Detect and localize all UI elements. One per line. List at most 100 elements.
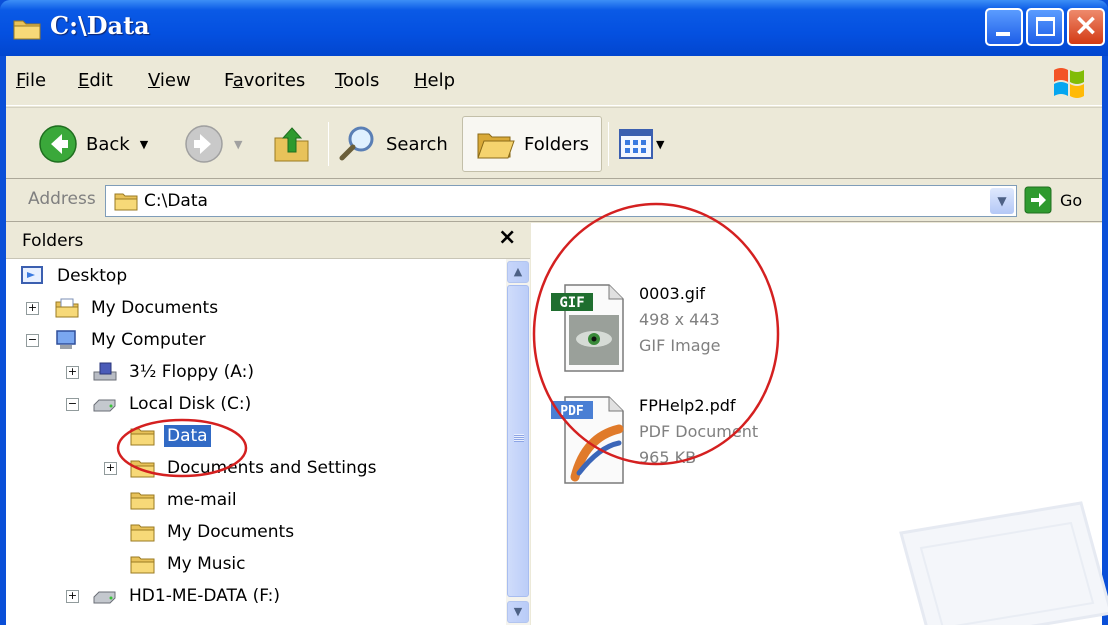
file-name: FPHelp2.pdf <box>639 396 736 415</box>
folder-tree: Desktop + My Documents − My Computer + 3… <box>6 259 506 625</box>
menu-accel: E <box>78 70 90 91</box>
scroll-thumb[interactable] <box>507 285 529 597</box>
tree-item-label: me-mail <box>167 490 237 510</box>
close-icon: × <box>1073 8 1099 43</box>
menu-accel: T <box>335 70 343 91</box>
close-icon[interactable]: × <box>498 225 516 250</box>
views-dropdown-icon[interactable]: ▼ <box>656 138 664 151</box>
tree-item-me-mail[interactable]: me-mail <box>130 485 240 515</box>
up-button[interactable] <box>272 120 312 168</box>
address-input[interactable]: C:\Data ▼ <box>105 185 1017 217</box>
forward-button[interactable]: ▼ <box>184 120 242 168</box>
menu-accel: H <box>414 70 428 91</box>
gif-file-icon: GIF <box>551 284 624 372</box>
title-bar[interactable]: C:\Data × <box>0 0 1108 56</box>
folder-icon <box>114 193 138 211</box>
up-folder-icon <box>274 127 309 162</box>
expand-toggle[interactable]: + <box>66 366 79 379</box>
tree-item-local-disk[interactable]: Local Disk (C:) <box>92 389 254 419</box>
tree-item-label: My Computer <box>91 330 206 350</box>
folder-icon <box>130 492 155 510</box>
menu-label: dit <box>89 70 113 91</box>
file-info: FPHelp2.pdf PDF Document 965 KB <box>639 393 758 489</box>
folder-icon <box>130 524 155 542</box>
tree-item-my-computer[interactable]: My Computer <box>54 325 209 355</box>
pdf-file-icon: PDF <box>551 396 624 484</box>
folders-pane-header: Folders × <box>6 223 530 259</box>
menu-label: vorites <box>243 70 306 91</box>
menu-accel: V <box>148 70 160 91</box>
expand-toggle[interactable]: + <box>66 590 79 603</box>
file-name: 0003.gif <box>639 284 706 303</box>
address-value: C:\Data <box>144 191 208 211</box>
address-dropdown-icon[interactable]: ▼ <box>990 188 1014 214</box>
tree-item-hd1-me-data[interactable]: HD1-ME-DATA (F:) <box>92 581 283 611</box>
menu-accel: F <box>16 70 26 91</box>
desktop-icon <box>21 266 43 284</box>
folders-icon <box>477 133 515 159</box>
address-label: Address <box>28 189 96 209</box>
file-item-gif[interactable]: GIF 0003.gif 498 x 443 GIF Image <box>549 281 721 377</box>
tree-item-label: My Music <box>167 554 246 574</box>
menu-label: F <box>224 70 233 91</box>
menu-label: ile <box>25 70 47 91</box>
close-button[interactable]: × <box>1067 8 1105 46</box>
go-arrow-icon <box>1024 186 1052 214</box>
back-label: Back <box>86 133 130 155</box>
scroll-up-icon[interactable]: ▲ <box>507 261 529 283</box>
tree-item-documents-and-settings[interactable]: Documents and Settings <box>130 453 379 483</box>
collapse-toggle[interactable]: − <box>66 398 79 411</box>
search-magnifier-icon <box>339 126 374 161</box>
tree-item-label: My Documents <box>167 522 295 542</box>
folders-scrollbar[interactable]: ▲ ▼ <box>506 259 530 625</box>
tree-item-my-documents-folder[interactable]: My Documents <box>130 517 297 547</box>
views-button[interactable]: ▼ <box>618 120 664 168</box>
tree-item-label: 3½ Floppy (A:) <box>129 362 254 382</box>
collapse-toggle[interactable]: − <box>26 334 39 347</box>
menu-label: iew <box>159 70 191 91</box>
tree-item-floppy[interactable]: 3½ Floppy (A:) <box>92 357 257 387</box>
folders-button[interactable]: Folders <box>476 120 589 168</box>
file-item-pdf[interactable]: PDF FPHelp2.pdf PDF Document 965 KB <box>549 393 758 489</box>
back-button[interactable]: Back ▼ <box>38 120 148 168</box>
tree-item-data[interactable]: Data <box>130 421 211 451</box>
maximize-button[interactable] <box>1026 8 1064 46</box>
go-button[interactable]: Go <box>1024 186 1082 214</box>
tree-item-desktop[interactable]: Desktop <box>20 261 130 291</box>
menu-tools[interactable]: Tools <box>335 70 379 91</box>
menu-accel: a <box>232 70 244 91</box>
toolbar-separator <box>328 122 329 166</box>
tree-item-label: Local Disk (C:) <box>129 394 252 414</box>
expand-toggle[interactable]: + <box>26 302 39 315</box>
scroll-down-icon[interactable]: ▼ <box>507 601 529 623</box>
go-label: Go <box>1060 190 1083 210</box>
minimize-button[interactable] <box>985 8 1023 46</box>
search-label: Search <box>386 133 448 155</box>
tree-item-my-documents[interactable]: My Documents <box>54 293 221 323</box>
folders-pane: Folders × Desktop + My Documents − My Co… <box>6 223 530 625</box>
window-client: File Edit View Favorites Tools Help Back <box>6 56 1108 625</box>
menu-file[interactable]: File <box>16 70 46 91</box>
menu-label: elp <box>427 70 456 91</box>
search-button[interactable]: Search <box>338 120 448 168</box>
my-computer-icon <box>56 330 76 349</box>
file-info: 0003.gif 498 x 443 GIF Image <box>639 281 721 377</box>
menu-help[interactable]: Help <box>414 70 455 91</box>
explorer-window: C:\Data × File Edit View Favorites Tools… <box>0 0 1108 625</box>
back-dropdown-icon[interactable]: ▼ <box>140 138 148 151</box>
folders-label: Folders <box>524 133 590 155</box>
svg-text:PDF: PDF <box>560 404 584 419</box>
forward-dropdown-icon[interactable]: ▼ <box>234 138 242 151</box>
floppy-drive-icon <box>93 362 117 381</box>
hard-disk-icon <box>93 399 116 412</box>
expand-toggle[interactable]: + <box>104 462 117 475</box>
menu-edit[interactable]: Edit <box>78 70 113 91</box>
tree-item-my-music[interactable]: My Music <box>130 549 249 579</box>
menu-view[interactable]: View <box>148 70 191 91</box>
tree-item-label: HD1-ME-DATA (F:) <box>129 586 281 606</box>
hard-disk-icon <box>93 591 116 604</box>
folders-pane-title: Folders <box>22 231 84 251</box>
file-type: GIF Image <box>639 336 721 355</box>
menu-favorites[interactable]: Favorites <box>224 70 305 91</box>
folder-icon <box>130 428 155 446</box>
